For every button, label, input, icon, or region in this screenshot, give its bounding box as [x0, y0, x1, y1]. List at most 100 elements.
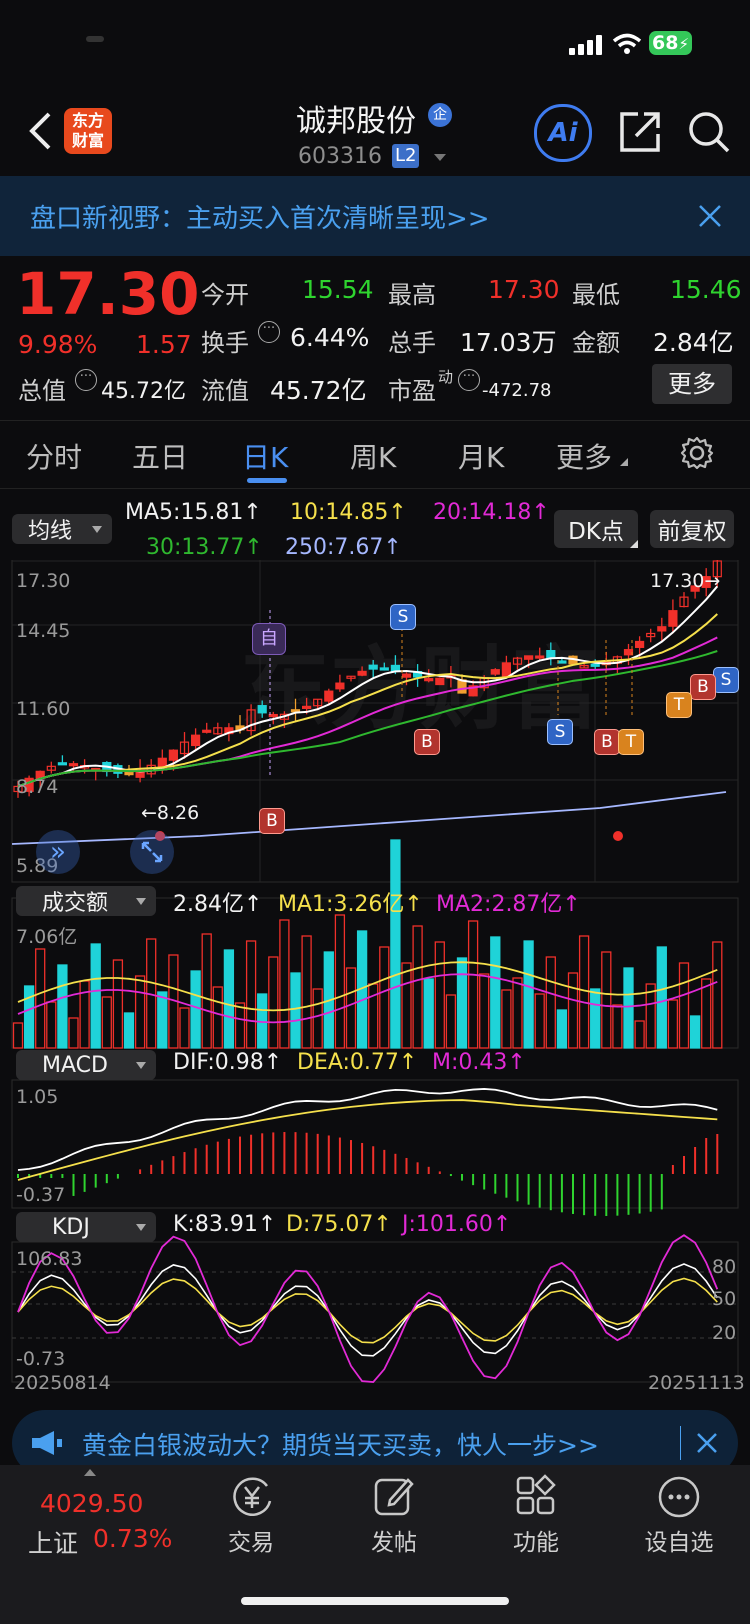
ma250-value: 250:7.67↑	[285, 535, 402, 560]
ma20-value: 20:14.18↑	[433, 500, 550, 525]
index-name[interactable]: 上证	[28, 1524, 78, 1560]
dk-point-button[interactable]: DK点	[554, 510, 638, 548]
amount-value: 2.84亿	[653, 328, 734, 357]
kdj-y-bottom: -0.73	[16, 1348, 66, 1370]
volume-bar	[567, 972, 579, 1049]
t-signal-marker[interactable]: T	[666, 692, 692, 718]
volume-bar	[634, 1020, 645, 1049]
close-icon[interactable]	[696, 1432, 718, 1454]
change-percent: 9.98%	[18, 330, 98, 359]
trade-yen-icon[interactable]	[229, 1474, 275, 1520]
close-icon[interactable]	[698, 204, 722, 228]
y-label-top: 17.30	[16, 570, 71, 592]
volume-y-label: 7.06亿	[16, 926, 78, 948]
candle-body	[634, 640, 645, 648]
volume-bar	[678, 962, 690, 1049]
ad-divider	[680, 1426, 681, 1460]
candle-body	[424, 678, 434, 682]
share-icon[interactable]	[618, 110, 662, 154]
volume-bar	[712, 941, 723, 1049]
post-edit-icon[interactable]	[372, 1474, 416, 1518]
tab-minute[interactable]: 分时	[26, 436, 82, 476]
candle-body	[191, 734, 201, 747]
promo-banner[interactable]: 盘口新视野：主动买入首次清晰呈现>>	[0, 176, 750, 256]
kline-chart[interactable]: 东方财富	[0, 560, 750, 1400]
stock-name: 诚邦股份	[296, 104, 416, 139]
volume-bar	[445, 994, 457, 1049]
back-button[interactable]	[22, 106, 58, 156]
watchlist-more-icon[interactable]	[656, 1474, 702, 1520]
high-value: 17.30	[488, 275, 560, 304]
candle-body	[668, 610, 678, 627]
fullscreen-button[interactable]	[130, 830, 174, 874]
volume-bar	[467, 920, 479, 1049]
info-icon[interactable]: ···	[458, 369, 480, 391]
buy-signal-marker[interactable]: B	[594, 729, 620, 755]
info-icon[interactable]: ···	[258, 321, 280, 343]
volume-bar	[312, 988, 323, 1049]
l2-badge[interactable]: L2	[392, 144, 420, 168]
macd-dif-line	[17, 1088, 718, 1171]
volume-bar	[290, 972, 301, 1049]
candle-body	[501, 662, 511, 677]
tab-five-day[interactable]: 五日	[132, 436, 188, 476]
buy-signal-marker[interactable]: B	[414, 729, 440, 755]
volume-bar	[490, 936, 501, 1049]
kdj-indicator-select[interactable]: KDJ	[16, 1212, 156, 1242]
features-grid-icon[interactable]	[514, 1474, 558, 1518]
settings-gear-icon[interactable]	[680, 436, 714, 470]
volume-indicator-select[interactable]: 成交额	[16, 886, 156, 916]
tab-monthly-k[interactable]: 月K	[458, 436, 504, 476]
sell-signal-marker[interactable]: S	[547, 719, 573, 745]
tab-weekly-k[interactable]: 周K	[350, 436, 396, 476]
volume-bar	[456, 957, 468, 1049]
volume-bar	[612, 1004, 623, 1049]
more-button[interactable]: 更多	[652, 364, 732, 404]
candle-body	[590, 663, 600, 667]
nav-features[interactable]: 功能	[466, 1523, 606, 1557]
index-change[interactable]: 0.73%	[93, 1524, 172, 1553]
y-label-4: 8.74	[16, 776, 59, 798]
watermark-logo: 东方财富	[240, 637, 600, 742]
kdj-d-line	[17, 1277, 718, 1344]
candle-body	[335, 682, 345, 690]
candle-body	[623, 649, 634, 656]
volume-bar	[90, 943, 101, 1049]
info-icon[interactable]: ···	[75, 369, 97, 391]
tab-daily-k[interactable]: 日K	[242, 436, 288, 476]
candle-body	[168, 749, 178, 761]
date-end: 20251113	[648, 1372, 745, 1394]
sell-signal-marker[interactable]: S	[713, 667, 739, 693]
self-signal-marker[interactable]: 自	[252, 623, 286, 655]
indicator-select[interactable]: 均线	[12, 514, 112, 544]
buy-signal-marker[interactable]: B	[690, 674, 716, 700]
macd-indicator-select[interactable]: MACD	[16, 1050, 156, 1080]
code-dropdown-icon[interactable]	[434, 154, 446, 161]
nav-add-watchlist[interactable]: 设自选	[609, 1523, 749, 1557]
open-label: 今开	[201, 281, 249, 309]
kdj-k: K:83.91↑	[173, 1212, 277, 1237]
index-value[interactable]: 4029.50	[40, 1489, 143, 1518]
ai-button[interactable]: Ai	[534, 104, 592, 162]
buy-signal-marker[interactable]: B	[259, 808, 285, 834]
expand-left-button[interactable]: »	[36, 830, 80, 874]
sell-signal-marker[interactable]: S	[390, 604, 416, 630]
ma10-value: 10:14.85↑	[290, 500, 407, 525]
nav-post[interactable]: 发帖	[324, 1523, 464, 1557]
change-amount: 1.57	[136, 330, 192, 359]
eastmoney-logo: 东方 财富	[64, 108, 112, 154]
volume-ma2: MA2:2.87亿↑	[436, 892, 581, 917]
dynamic-island-indicator	[86, 36, 104, 42]
float-cap-label: 流值	[201, 377, 249, 405]
volume-indicator-value: 成交额	[42, 891, 109, 916]
adjust-button[interactable]: 前复权	[650, 510, 734, 548]
tab-more[interactable]: 更多	[556, 436, 612, 476]
volume-bar	[123, 1012, 135, 1049]
volume-bar	[523, 940, 534, 1049]
t-signal-marker[interactable]: T	[618, 729, 644, 755]
volume-bar	[12, 1022, 24, 1049]
expand-up-icon[interactable]	[84, 1469, 96, 1476]
nav-trade[interactable]: 交易	[181, 1523, 321, 1557]
search-icon[interactable]	[687, 110, 731, 154]
macd-m: M:0.43↑	[432, 1050, 526, 1075]
